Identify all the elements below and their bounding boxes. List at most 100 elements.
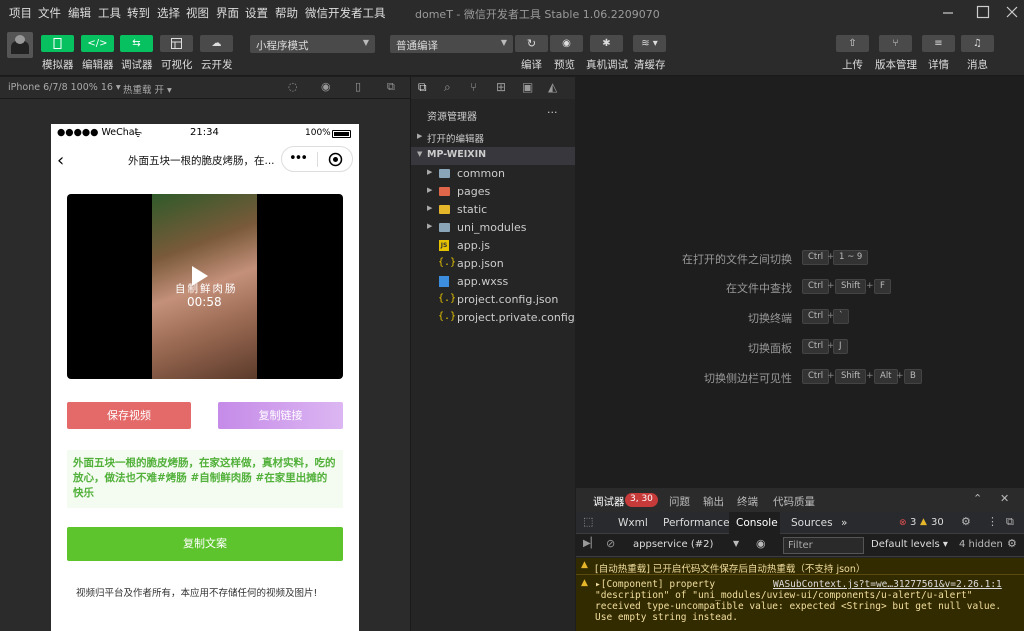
status-time: 21:34 xyxy=(190,127,219,138)
compile-mode-select[interactable]: 普通编译 ▼ xyxy=(390,35,513,53)
preview-button[interactable]: ◉ xyxy=(550,35,583,52)
menu-view[interactable]: 视图 xyxy=(186,5,209,21)
sidebar-toggle-icon[interactable]: ▶▏ xyxy=(583,538,598,549)
tab-debugger[interactable]: 调试器 xyxy=(593,494,625,509)
file-name: app.js xyxy=(457,239,490,252)
folder-pages[interactable]: ▶ pages xyxy=(411,183,575,201)
details-button[interactable]: ≡ xyxy=(922,35,955,52)
phone-icon[interactable]: ▯ xyxy=(355,80,361,93)
more-actions-icon[interactable]: ··· xyxy=(547,106,558,119)
folder-common[interactable]: ▶ common xyxy=(411,165,575,183)
rotate-icon[interactable]: ◌ xyxy=(288,80,298,93)
real-debug-button[interactable]: ✱ xyxy=(590,35,623,52)
menu-interface[interactable]: 界面 xyxy=(216,5,239,21)
tab-console[interactable]: Console xyxy=(736,517,778,529)
open-editors-section[interactable]: ▶ 打开的编辑器 xyxy=(411,129,575,147)
file-app-js[interactable]: JS app.js xyxy=(411,237,575,255)
menu-bar: 项目 文件 编辑 工具 转到 选择 视图 界面 设置 帮助 微信开发者工具 do… xyxy=(0,0,1024,24)
clear-console-icon[interactable]: ⊘ xyxy=(606,537,615,550)
search-icon[interactable]: ⌕ xyxy=(444,80,451,95)
editor-button[interactable]: </> xyxy=(81,35,114,52)
simulator-button[interactable] xyxy=(41,35,74,52)
file-project-config[interactable]: {.} project.config.json xyxy=(411,291,575,309)
file-project-private-config[interactable]: {.} project.private.config.js... xyxy=(411,309,598,327)
context-select[interactable]: appservice (#2) xyxy=(633,539,713,550)
folder-name: uni_modules xyxy=(457,221,527,234)
extensions-icon[interactable]: ⊞ xyxy=(496,80,506,94)
dock-icon[interactable]: ⧉ xyxy=(1006,515,1014,529)
tab-sources[interactable]: Sources xyxy=(791,517,833,529)
menu-project[interactable]: 项目 xyxy=(9,5,32,21)
menu-help[interactable]: 帮助 xyxy=(275,5,298,21)
compile-button[interactable]: ↻ xyxy=(515,35,548,52)
inspect-icon[interactable]: ⬚ xyxy=(583,515,593,528)
file-name: app.wxss xyxy=(457,275,509,288)
cloud-button[interactable]: ☁ xyxy=(200,35,233,52)
open-editors-label: 打开的编辑器 xyxy=(427,134,485,145)
video-player[interactable]: 自制鲜肉肠 00:58 xyxy=(67,194,343,379)
menu-settings[interactable]: 设置 xyxy=(245,5,268,21)
message-text[interactable]: ▸[Component] property xyxy=(595,579,715,590)
folder-name: pages xyxy=(457,185,491,198)
menu-file[interactable]: 文件 xyxy=(38,5,61,21)
maximize-icon[interactable] xyxy=(975,4,991,20)
chevron-right-icon: ▶ xyxy=(427,204,433,212)
gear-icon[interactable]: ⚙ xyxy=(1007,537,1017,550)
visualize-button[interactable] xyxy=(160,35,193,52)
tab-code-quality[interactable]: 代码质量 xyxy=(773,494,815,509)
shortcut-label: 在打开的文件之间切换 xyxy=(682,253,792,266)
messages-button[interactable]: ♫ xyxy=(961,35,994,52)
menu-goto[interactable]: 转到 xyxy=(127,5,150,21)
nav-title: 外面五块一根的脆皮烤肠，在... xyxy=(128,155,275,167)
menu-edit[interactable]: 编辑 xyxy=(68,5,91,21)
project-section[interactable]: ▼ MP-WEIXIN xyxy=(411,147,575,165)
docker-icon[interactable]: ◭ xyxy=(548,80,557,94)
chevron-right-icon: ▶ xyxy=(427,186,433,194)
levels-select[interactable]: Default levels ▾ xyxy=(871,539,948,550)
tab-performance[interactable]: Performance xyxy=(663,517,730,529)
console-messages: ▲ [自动热重载] 已开启代码文件保存后自动热重载（不支持 json） ▲ ▸[… xyxy=(576,558,1024,631)
eye-icon[interactable]: ◉ xyxy=(756,537,766,550)
hot-reload-select[interactable]: 热重载 开 ▾ xyxy=(123,82,172,96)
record-icon[interactable]: ◉ xyxy=(321,80,331,93)
version-button[interactable]: ⑂ xyxy=(879,35,912,52)
tab-wxml[interactable]: Wxml xyxy=(618,517,648,529)
device-select[interactable]: iPhone 6/7/8 100% 16 ▾ xyxy=(8,82,121,93)
close-icon[interactable] xyxy=(1004,4,1020,20)
source-control-icon[interactable]: ⑂ xyxy=(470,80,477,94)
copy-link-button[interactable]: 复制链接 xyxy=(218,402,343,429)
menu-select[interactable]: 选择 xyxy=(157,5,180,21)
copy-text-button[interactable]: 复制文案 xyxy=(67,527,343,561)
panel-icon[interactable]: ▣ xyxy=(522,80,533,94)
kebab-icon[interactable]: ⋮ xyxy=(987,515,998,528)
minimize-icon[interactable] xyxy=(940,4,956,20)
menu-tools[interactable]: 工具 xyxy=(98,5,121,21)
source-link[interactable]: WASubContext.js?t=we…31277561&v=2.26.1:1 xyxy=(773,579,1002,590)
more-tabs-icon[interactable]: » xyxy=(841,517,847,529)
chevron-up-icon[interactable]: ⌃ xyxy=(973,492,982,505)
capsule-menu[interactable]: ••• xyxy=(281,146,353,172)
menu-wechat-devtools[interactable]: 微信开发者工具 xyxy=(305,5,386,21)
gear-icon[interactable]: ⚙ xyxy=(961,515,971,528)
popout-icon[interactable]: ⧉ xyxy=(387,80,395,94)
tab-terminal[interactable]: 终端 xyxy=(737,494,758,509)
more-icon[interactable]: ••• xyxy=(289,151,308,166)
key-cap: Ctrl xyxy=(802,250,830,265)
files-icon[interactable]: ⧉ xyxy=(418,80,427,95)
clear-cache-button[interactable]: ≋ ▾ xyxy=(633,35,666,52)
back-icon[interactable]: ‹ xyxy=(57,150,64,171)
mode-select[interactable]: 小程序模式 ▼ xyxy=(250,35,375,53)
folder-static[interactable]: ▶ static xyxy=(411,201,575,219)
folder-uni-modules[interactable]: ▶ uni_modules xyxy=(411,219,575,237)
upload-button[interactable]: ⇧ xyxy=(836,35,869,52)
file-app-wxss[interactable]: app.wxss xyxy=(411,273,575,291)
close-target-icon[interactable] xyxy=(328,152,343,167)
filter-input[interactable]: Filter xyxy=(783,537,864,554)
tab-output[interactable]: 输出 xyxy=(703,494,724,509)
file-app-json[interactable]: {.} app.json xyxy=(411,255,575,273)
tab-issues[interactable]: 问题 xyxy=(669,494,690,509)
close-icon[interactable]: ✕ xyxy=(1000,492,1009,505)
save-video-button[interactable]: 保存视频 xyxy=(67,402,191,429)
avatar[interactable] xyxy=(7,32,33,58)
debugger-button[interactable]: ⇆ xyxy=(120,35,153,52)
